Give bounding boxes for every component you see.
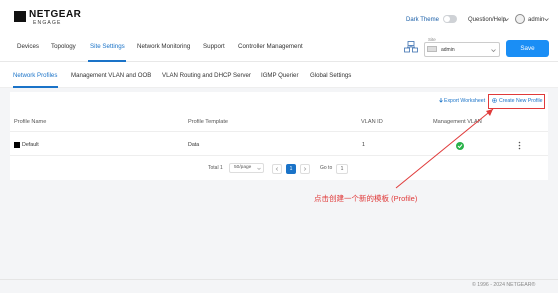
export-icon (439, 98, 443, 103)
tab-igmp-querier[interactable]: IGMP Querier (261, 72, 298, 79)
nav-controller-management[interactable]: Controller Management (238, 43, 303, 50)
site-label: Site (428, 37, 436, 42)
col-vlan-id: VLAN ID (361, 119, 383, 125)
help-chevron-down-icon (504, 18, 509, 22)
brand-sub: ENGAGE (33, 20, 62, 26)
goto-input[interactable]: 1 (336, 164, 348, 174)
nav-site-settings[interactable]: Site Settings (90, 43, 125, 50)
help-menu[interactable]: Question/Help (468, 17, 506, 23)
dark-theme-label: Dark Theme (406, 17, 439, 23)
nav-network-monitoring[interactable]: Network Monitoring (137, 43, 190, 50)
save-button[interactable]: Save (506, 40, 549, 57)
export-worksheet-link[interactable]: Export Worksheet (444, 98, 485, 104)
goto-label: Go to (320, 165, 333, 171)
chevron-right-icon (303, 167, 307, 171)
site-chevron-down-icon (491, 49, 496, 53)
prev-page-button[interactable] (272, 164, 282, 174)
row-divider (10, 155, 548, 156)
row-vlan-id: 1 (362, 142, 365, 148)
site-logo-icon (427, 46, 437, 52)
nav-support[interactable]: Support (203, 43, 225, 50)
copyright: © 1996 - 2024 NETGEAR® (472, 282, 536, 288)
dark-theme-toggle[interactable] (443, 15, 457, 23)
pagination-total: Total 1 (208, 165, 223, 171)
tab-network-profiles[interactable]: Network Profiles (13, 72, 57, 79)
tab-active-indicator (13, 86, 58, 88)
netgear-logo-icon (14, 11, 26, 22)
col-profile-name: Profile Name (14, 119, 47, 125)
annotation-highlight-box (488, 94, 545, 109)
tab-vlan-routing-dhcp[interactable]: VLAN Routing and DHCP Server (162, 72, 251, 79)
user-chevron-down-icon (544, 18, 549, 22)
row-profile-name: Default (22, 142, 39, 148)
col-profile-template: Profile Template (188, 119, 229, 125)
nav-devices[interactable]: Devices (17, 43, 39, 50)
management-vlan-check-icon (456, 142, 464, 150)
tab-global-settings[interactable]: Global Settings (310, 72, 351, 79)
footer-divider (0, 279, 558, 280)
network-sites-icon (404, 41, 418, 53)
user-menu[interactable]: admin (528, 17, 544, 23)
next-page-button[interactable] (300, 164, 310, 174)
col-management-vlan: Management VLAN (433, 119, 482, 125)
page-1-button[interactable]: 1 (286, 164, 296, 174)
chevron-left-icon (275, 167, 279, 171)
per-page-value: 50/page (234, 165, 252, 170)
brand-name: NETGEAR (29, 9, 82, 20)
row-color-swatch (14, 142, 20, 148)
tab-management-vlan-oob[interactable]: Management VLAN and OOB (71, 72, 151, 79)
avatar-icon[interactable] (515, 14, 525, 24)
nav-topology[interactable]: Topology (51, 43, 76, 50)
row-actions-kebab-icon[interactable] (518, 141, 521, 150)
header-divider (10, 131, 548, 132)
row-profile-template: Data (188, 142, 200, 148)
per-page-chevron-down-icon (257, 167, 261, 170)
annotation-text: 点击创建一个新的模板 (Profile) (314, 194, 418, 203)
site-value: admin (441, 47, 455, 53)
